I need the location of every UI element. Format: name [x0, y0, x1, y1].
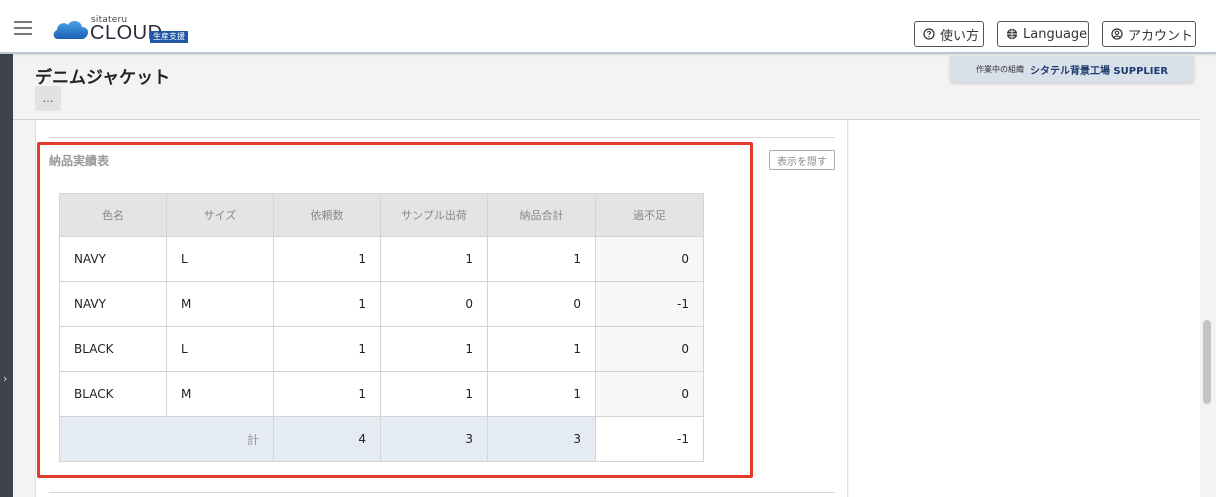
language-button[interactable]: Language: [997, 21, 1089, 47]
organization-label: 作業中の組織: [975, 64, 1024, 74]
logo[interactable]: sitateru CLOUD 生産支援: [52, 12, 202, 44]
side-panel: [849, 120, 1200, 497]
cloud-logo-icon: [53, 21, 89, 39]
hamburger-icon[interactable]: [14, 21, 32, 35]
account-button[interactable]: アカウント: [1102, 21, 1196, 47]
collapsed-sidebar[interactable]: ›: [0, 54, 13, 497]
page-title: デニムジャケット: [35, 68, 171, 88]
highlight-frame: [37, 142, 753, 478]
user-circle-icon: [1111, 28, 1123, 40]
help-button[interactable]: 使い方: [914, 21, 984, 47]
globe-icon: [1006, 28, 1018, 40]
organization-name: シタテル背景工場 SUPPLIER: [1029, 65, 1169, 77]
help-label: 使い方: [940, 28, 980, 44]
section-divider-top: [49, 137, 835, 138]
app-header: sitateru CLOUD 生産支援 使い方 Language アカウント: [0, 0, 1216, 54]
hide-section-button[interactable]: 表示を隠す: [769, 150, 835, 170]
more-options-button[interactable]: …: [35, 86, 61, 111]
scrollbar-thumb[interactable]: [1203, 320, 1211, 404]
logo-badge: 生産支援: [150, 31, 188, 43]
account-label: アカウント: [1128, 28, 1194, 44]
chevron-right-icon[interactable]: ›: [3, 372, 7, 385]
question-circle-icon: [923, 28, 935, 40]
language-label: Language: [1023, 26, 1088, 42]
section-divider-bottom: [49, 492, 835, 493]
current-organization: 作業中の組織 シタテル背景工場 SUPPLIER: [950, 56, 1194, 82]
